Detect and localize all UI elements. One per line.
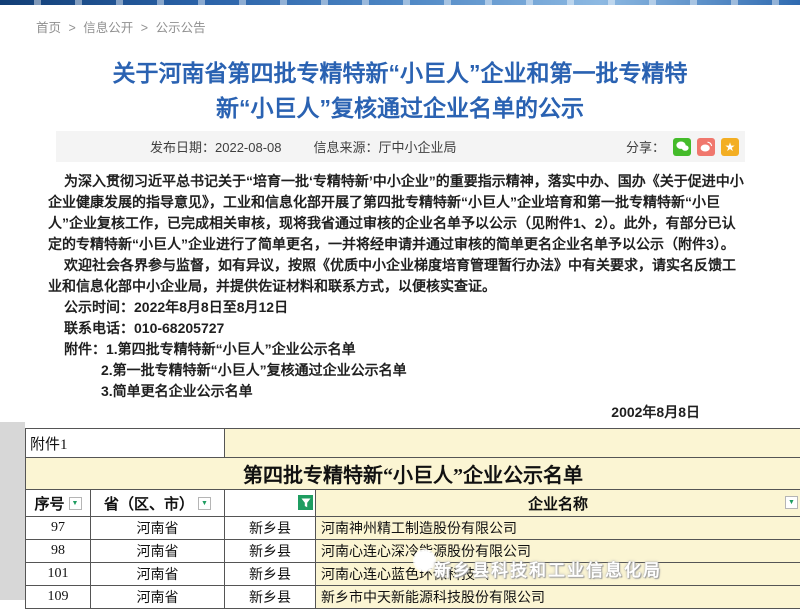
share-label: 分享： bbox=[626, 137, 665, 156]
star-icon: ★ bbox=[725, 138, 736, 156]
paragraph: 为深入贯彻习近平总书记关于“培育一批‘专精特新’中小企业”的重要指示精神，落实中… bbox=[48, 171, 748, 255]
table-title-row: 第四批专精特新“小巨人”企业公示名单 bbox=[26, 458, 800, 490]
cell-province: 河南省 bbox=[91, 517, 225, 539]
attachment-line-3: 3.简单更名企业公示名单 bbox=[48, 381, 748, 402]
wechat-icon bbox=[676, 141, 689, 152]
cell-county: 新乡县 bbox=[225, 563, 316, 585]
wechat-share-button[interactable] bbox=[673, 138, 691, 156]
header-province-label: 省（区、市） bbox=[104, 493, 194, 514]
table-row: 97 河南省 新乡县 河南神州精工制造股份有限公司 bbox=[26, 517, 800, 540]
attachment-label-cell: 附件1 bbox=[26, 429, 225, 457]
breadcrumb: 首页 > 信息公开 > 公示公告 bbox=[36, 17, 210, 36]
table-left-gutter bbox=[0, 422, 25, 600]
attachment-line-2: 2.第一批专精特新“小巨人”复核通过企业公示名单 bbox=[48, 360, 748, 381]
attachment-label-row: 附件1 bbox=[26, 429, 800, 458]
header-company: 企业名称 ▼ bbox=[316, 490, 800, 516]
cell-serial: 97 bbox=[26, 517, 91, 539]
article-meta-bar: 发布日期：2022-08-08 信息来源：厅中小企业局 分享： ★ bbox=[56, 131, 745, 162]
cell-company: 新乡市中天新能源科技股份有限公司 bbox=[316, 586, 800, 608]
cell-province: 河南省 bbox=[91, 586, 225, 608]
cell-company: 河南神州精工制造股份有限公司 bbox=[316, 517, 800, 539]
attachment1-table: 附件1 第四批专精特新“小巨人”企业公示名单 序号 ▼ 省（区、市） ▼ 企业名… bbox=[25, 428, 800, 609]
table-row: 109 河南省 新乡县 新乡市中天新能源科技股份有限公司 bbox=[26, 586, 800, 609]
header-province: 省（区、市） ▼ bbox=[91, 490, 225, 516]
cell-serial: 98 bbox=[26, 540, 91, 562]
attachment-line-1: 附件：1.第四批专精特新“小巨人”企业公示名单 bbox=[48, 339, 748, 360]
publish-date: 发布日期：2022-08-08 bbox=[150, 137, 282, 156]
top-nav-bar bbox=[0, 0, 800, 5]
breadcrumb-separator: > bbox=[69, 21, 76, 35]
breadcrumb-separator: > bbox=[141, 21, 148, 35]
breadcrumb-home[interactable]: 首页 bbox=[36, 21, 61, 35]
header-serial-label: 序号 bbox=[34, 493, 64, 514]
weibo-share-button[interactable] bbox=[697, 138, 715, 156]
cell-county: 新乡县 bbox=[225, 517, 316, 539]
cell-province: 河南省 bbox=[91, 563, 225, 585]
favorite-share-button[interactable]: ★ bbox=[721, 138, 739, 156]
header-serial: 序号 ▼ bbox=[26, 490, 91, 516]
cell-serial: 101 bbox=[26, 563, 91, 585]
active-filter-funnel-icon bbox=[298, 495, 313, 510]
article-body: 为深入贯彻习近平总书记关于“培育一批‘专精特新’中小企业”的重要指示精神，落实中… bbox=[48, 171, 748, 423]
cell-county: 新乡县 bbox=[225, 586, 316, 608]
sign-date: 2002年8月8日 bbox=[48, 402, 748, 423]
public-notice-period: 公示时间：2022年8月8日至8月12日 bbox=[48, 297, 748, 318]
share-group: 分享： ★ bbox=[626, 137, 739, 156]
header-county bbox=[225, 490, 316, 516]
table-title: 第四批专精特新“小巨人”企业公示名单 bbox=[26, 458, 800, 489]
filter-dropdown-icon: ▼ bbox=[785, 496, 798, 509]
empty-cell bbox=[225, 429, 800, 457]
breadcrumb-info-disclosure[interactable]: 信息公开 bbox=[83, 21, 133, 35]
page-title: 关于河南省第四批专精特新“小巨人”企业和第一批专精特 新“小巨人”复核通过企业名… bbox=[30, 56, 770, 126]
table-header-row: 序号 ▼ 省（区、市） ▼ 企业名称 ▼ bbox=[26, 490, 800, 517]
info-source: 信息来源：厅中小企业局 bbox=[314, 137, 457, 156]
page-title-line1: 关于河南省第四批专精特新“小巨人”企业和第一批专精特 bbox=[30, 56, 770, 91]
header-company-label: 企业名称 bbox=[528, 493, 588, 514]
cell-province: 河南省 bbox=[91, 540, 225, 562]
filter-dropdown-icon: ▼ bbox=[69, 497, 82, 510]
cell-county: 新乡县 bbox=[225, 540, 316, 562]
watermark-text: 新乡县科技和工业信息化局 bbox=[434, 556, 662, 581]
paragraph: 欢迎社会各界参与监督，如有异议，按照《优质中小企业梯度培育管理暂行办法》中有关要… bbox=[48, 255, 748, 297]
cell-serial: 109 bbox=[26, 586, 91, 608]
page-title-line2: 新“小巨人”复核通过企业名单的公示 bbox=[30, 91, 770, 126]
table-row: 101 河南省 新乡县 河南心连心蓝色环保科技（ bbox=[26, 563, 800, 586]
watermark-logo bbox=[413, 549, 436, 572]
filter-dropdown-icon: ▼ bbox=[198, 497, 211, 510]
contact-phone: 联系电话：010-68205727 bbox=[48, 318, 748, 339]
weibo-icon bbox=[700, 141, 713, 152]
breadcrumb-current: 公示公告 bbox=[156, 21, 206, 35]
